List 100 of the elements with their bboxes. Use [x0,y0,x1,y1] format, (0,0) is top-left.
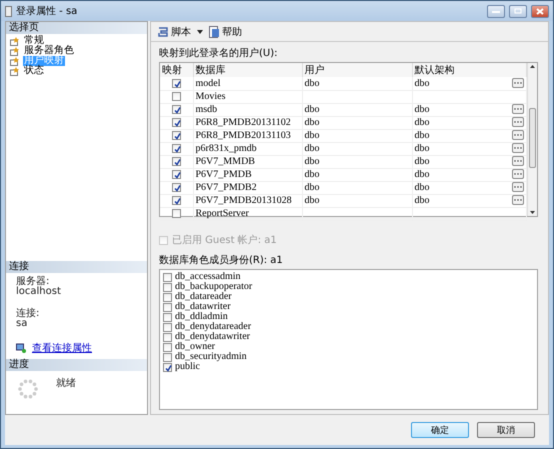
column-header[interactable]: 映射 [160,63,193,77]
table-cell: dbo [414,143,430,154]
browse-button[interactable] [512,117,524,127]
checkbox[interactable] [172,131,181,140]
script-button[interactable]: 脚本 [155,24,193,38]
table-cell: dbo [414,78,430,89]
table-cell: P6R8_PMDB20131102 [193,116,302,129]
window-icon [5,6,12,16]
role-name: db_securityadmin [175,352,247,362]
dialog-button[interactable]: 确定 [411,422,469,438]
minimize-button[interactable] [487,4,505,18]
checkbox[interactable] [172,157,181,166]
page-item[interactable]: 状态 [23,66,45,76]
minimize-icon [492,10,500,12]
role-name: db_datareader [175,292,232,302]
connection-icon [16,343,26,353]
role-name: db_denydatawriter [175,332,250,342]
role-name: db_denydatareader [175,322,252,332]
table-cell: dbo [302,77,412,90]
section-header: 连接 [6,261,147,273]
section-header: 进度 [6,359,147,371]
checkbox[interactable] [172,105,181,114]
connection-value: sa [16,319,28,329]
checkbox[interactable] [172,196,181,206]
table-cell: dbo [414,169,430,180]
table-cell: P6V7_PMDB20131028 [193,194,302,207]
users-label: 映射到此登录名的用户(U): [159,48,278,60]
dialog-button[interactable]: 取消 [477,422,535,438]
column-header[interactable]: 数据库 [193,63,302,77]
role-name: db_accessadmin [175,272,241,282]
table-cell: P6R8_PMDB20131103 [193,129,302,142]
table-cell: ReportServer [193,207,302,220]
browse-button[interactable] [512,130,524,140]
column-header[interactable]: 用户 [302,63,412,77]
role-name: db_backupoperator [175,282,252,292]
browse-button[interactable] [512,182,524,192]
checkbox[interactable] [163,342,172,352]
checkbox[interactable] [172,209,181,218]
view-connection-link[interactable]: 查看连接属性 [32,341,92,355]
checkbox[interactable] [172,183,181,192]
checkbox[interactable] [172,78,181,88]
browse-button[interactable] [512,169,524,179]
spinner-icon [18,379,38,399]
page-icon [10,66,20,76]
caret-icon[interactable] [197,30,203,34]
checkbox[interactable] [163,272,172,282]
checkbox[interactable] [163,282,172,292]
table-cell: P6V7_PMDB [193,168,302,181]
browse-button[interactable] [512,156,524,166]
scroll-up-icon [530,65,535,68]
close-button[interactable] [531,4,549,18]
browse-button[interactable] [512,195,524,205]
table-cell: P6V7_MMDB [193,155,302,168]
page-item[interactable]: 常规 [23,36,45,46]
table-cell: dbo [302,181,412,194]
page-item[interactable]: 服务器角色 [23,46,75,56]
server-value: localhost [16,287,62,297]
checkbox[interactable] [163,362,172,372]
restore-icon [514,8,522,14]
checkbox[interactable] [172,170,181,180]
scrollbar[interactable] [527,63,537,216]
table-cell: dbo [302,103,412,116]
checkbox[interactable] [163,332,172,342]
window-title: 登录属性 - sa [16,4,78,18]
browse-button[interactable] [512,78,524,88]
table-cell: dbo [414,182,430,193]
table-cell: model [193,77,302,90]
role-name: db_owner [175,342,215,352]
checkbox[interactable] [172,92,181,102]
section-header: 选择页 [6,22,147,34]
column-header[interactable]: 默认架构 [412,63,526,77]
connection-label: 连接: [16,309,40,319]
table-cell: Movies [193,90,302,103]
table-cell: dbo [302,168,412,181]
table-cell: dbo [302,194,412,207]
table-cell: dbo [414,156,430,167]
checkbox[interactable] [163,292,172,302]
table-cell: dbo [414,130,430,141]
restore-button[interactable] [509,4,527,18]
table-cell: dbo [302,129,412,142]
table-cell: dbo [414,104,430,115]
browse-button[interactable] [512,143,524,153]
script-icon [157,26,169,38]
checkbox[interactable] [172,144,181,154]
checkbox[interactable] [163,322,172,332]
role-name: public [175,362,200,372]
table-cell: dbo [414,117,430,128]
checkbox[interactable] [163,352,172,362]
ellipsis-icon [514,82,522,84]
page-icon [10,46,20,56]
checkbox[interactable] [172,118,181,128]
page-icon [10,56,20,66]
checkbox[interactable] [163,302,172,312]
help-icon [209,26,220,38]
table-cell: msdb [193,103,302,116]
help-button[interactable]: 帮助 [207,24,244,38]
table-cell: dbo [302,155,412,168]
close-icon [536,8,544,14]
checkbox[interactable] [163,312,172,322]
browse-button[interactable] [512,104,524,114]
